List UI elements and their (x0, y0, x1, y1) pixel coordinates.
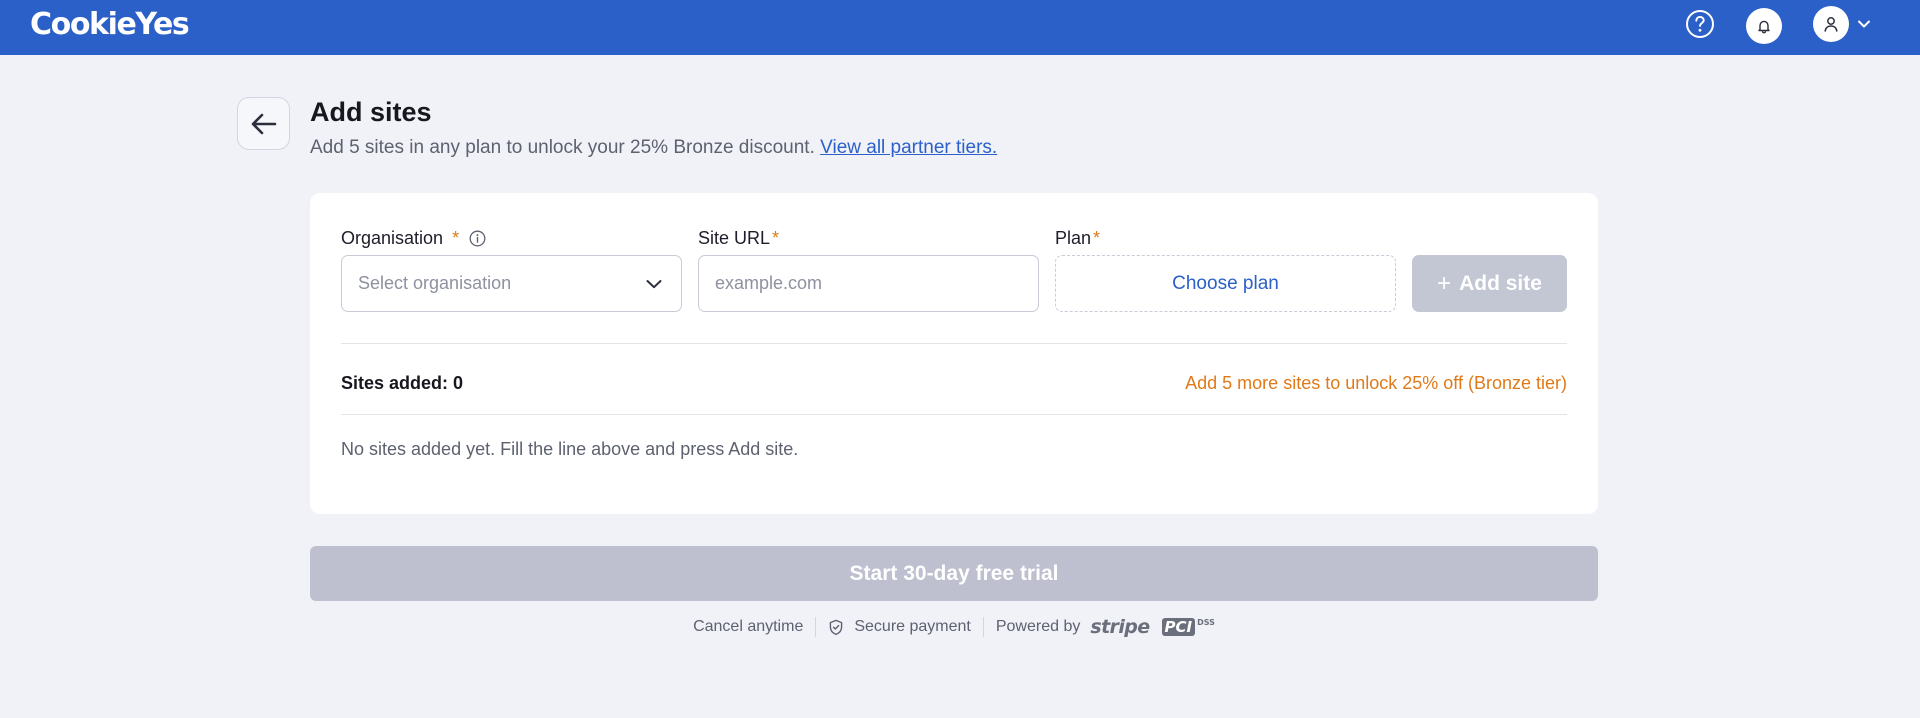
plan-label-text: Plan (1055, 228, 1092, 248)
page-subtitle: Add 5 sites in any plan to unlock your 2… (310, 136, 997, 160)
back-button[interactable] (237, 97, 290, 150)
top-navigation-bar: CookieYes (0, 0, 1920, 55)
partner-tiers-link[interactable]: View all partner tiers. (820, 137, 997, 158)
divider (341, 414, 1567, 415)
organisation-label: Organisation * (341, 227, 486, 249)
user-menu[interactable] (1813, 6, 1877, 42)
notifications-button[interactable] (1746, 8, 1782, 44)
bell-icon (1758, 20, 1770, 34)
info-circle-icon[interactable] (469, 230, 486, 247)
chevron-down-icon[interactable] (1857, 19, 1871, 29)
site-url-label-text: Site URL (698, 228, 771, 248)
secure-payment-text: Secure payment (854, 618, 971, 635)
user-icon (1824, 17, 1838, 32)
separator (815, 617, 817, 637)
sites-added-count: Sites added: 0 (341, 373, 464, 393)
subtitle-text: Add 5 sites in any plan to unlock your 2… (310, 137, 815, 158)
add-site-label: Add site (1459, 271, 1542, 295)
site-url-input[interactable] (698, 255, 1039, 312)
organisation-label-text: Organisation (341, 228, 444, 248)
shield-check-icon (828, 619, 844, 636)
required-marker: * (452, 228, 460, 248)
question-circle-icon[interactable] (1685, 9, 1715, 39)
stripe-logo: stripe (1090, 616, 1150, 638)
powered-by-text: Powered by (995, 618, 1081, 635)
avatar[interactable] (1813, 6, 1849, 42)
separator (982, 617, 984, 637)
page-title: Add sites (310, 97, 432, 127)
pci-dss-logo: PCI DSS (1161, 618, 1215, 636)
payment-footer: Cancel anytime Secure payment Powered by… (0, 614, 1908, 640)
organisation-placeholder: Select organisation (358, 273, 512, 293)
start-trial-button[interactable]: Start 30-day free trial (310, 546, 1598, 601)
plus-icon: + (1437, 269, 1452, 297)
discount-unlock-hint: Add 5 more sites to unlock 25% off (Bron… (1185, 373, 1567, 393)
add-sites-card: Organisation * Site URL * Plan * Select … (310, 193, 1598, 514)
cookieyes-logo[interactable]: CookieYes (30, 6, 190, 44)
chevron-down-icon (646, 279, 662, 288)
choose-plan-button[interactable]: Choose plan (1055, 255, 1396, 312)
pci-logo-text: PCI (1161, 618, 1196, 636)
dss-logo-text: DSS (1197, 618, 1215, 627)
site-url-label: Site URL * (698, 227, 779, 249)
add-site-button[interactable]: + Add site (1412, 255, 1567, 312)
arrow-left-icon (251, 113, 276, 134)
plan-label: Plan * (1055, 227, 1100, 249)
divider (341, 343, 1567, 344)
empty-sites-message: No sites added yet. Fill the line above … (341, 439, 799, 459)
cancel-anytime-text: Cancel anytime (693, 618, 804, 635)
organisation-select[interactable]: Select organisation (341, 255, 682, 312)
required-marker: * (772, 228, 780, 248)
required-marker: * (1093, 228, 1101, 248)
